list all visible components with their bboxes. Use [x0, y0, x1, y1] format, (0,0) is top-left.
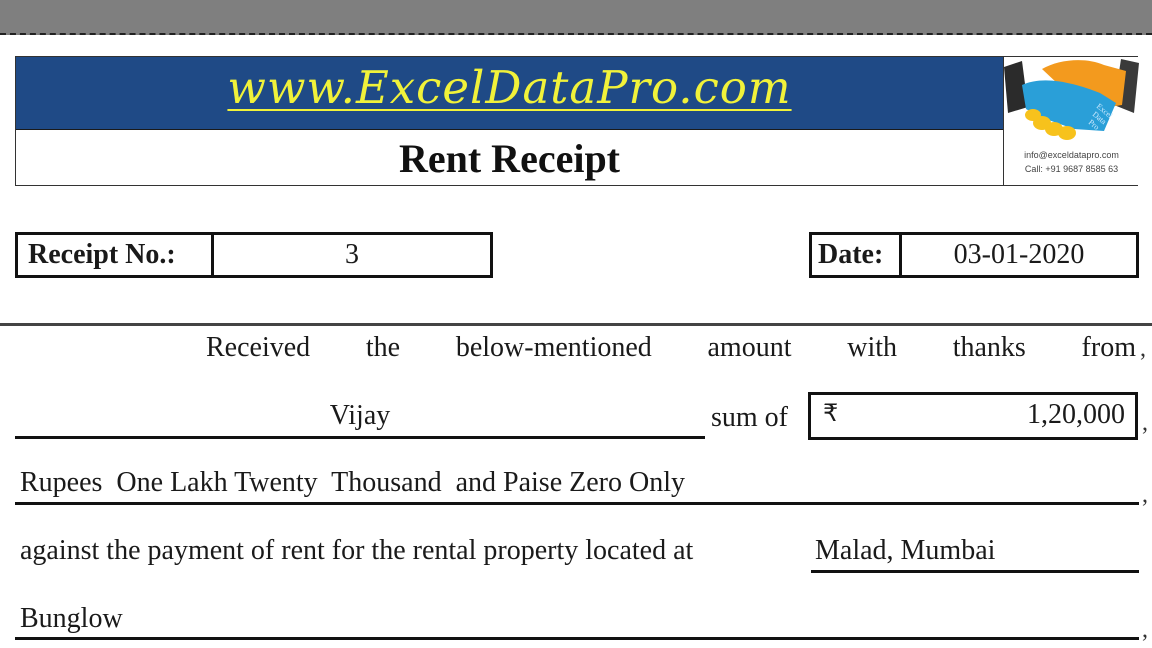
against-payment-text: against the payment of rent for the rent… [20, 535, 694, 566]
amount-in-words-underline [15, 502, 1139, 505]
section-divider [0, 323, 1152, 326]
comma: , [1142, 617, 1148, 643]
receipt-number-value[interactable]: 3 [214, 235, 490, 275]
receipt-number-field: Receipt No.: 3 [15, 232, 493, 278]
contact-email[interactable]: info@exceldatapro.com [1004, 150, 1139, 160]
word: below-mentioned [455, 332, 652, 363]
website-link[interactable]: www.ExcelDataPro.com [16, 61, 1003, 114]
word: with [847, 332, 897, 363]
word: the [365, 332, 401, 363]
property-location[interactable]: Malad, Mumbai [815, 535, 995, 567]
receipt-number-label: Receipt No.: [18, 235, 214, 275]
received-statement: Received the below-mentioned amount with… [206, 332, 1136, 364]
property-type[interactable]: Bunglow [20, 603, 123, 635]
date-label: Date: [812, 235, 902, 275]
amount-field[interactable]: ₹ 1,20,000 [808, 392, 1138, 440]
amount-value: 1,20,000 [1027, 399, 1125, 430]
comma: , [1140, 336, 1146, 362]
amount-in-words[interactable]: Rupees One Lakh Twenty Thousand and Pais… [20, 467, 685, 499]
date-value[interactable]: 03-01-2020 [902, 235, 1136, 275]
word: from [1081, 332, 1136, 363]
sum-of-label: sum of [711, 402, 788, 433]
date-field: Date: 03-01-2020 [809, 232, 1139, 278]
page-title: Rent Receipt [398, 136, 621, 181]
comma: , [1142, 482, 1148, 508]
comma: , [1142, 410, 1148, 436]
payer-name-underline [15, 436, 705, 439]
rupee-icon: ₹ [823, 399, 839, 427]
company-logo: Excel Data Pro info@exceldatapro.com Cal… [1003, 57, 1139, 185]
word: thanks [952, 332, 1026, 363]
window-top-bar [0, 0, 1152, 35]
website-banner: www.ExcelDataPro.com [16, 57, 1003, 130]
word: Received [206, 332, 311, 363]
property-type-underline [15, 637, 1139, 640]
word: amount [707, 332, 792, 363]
receipt-header: www.ExcelDataPro.com Rent Receipt Excel … [15, 56, 1139, 186]
location-underline [811, 570, 1139, 573]
payer-name[interactable]: Vijay [15, 400, 705, 432]
handshake-icon: Excel Data Pro [1004, 59, 1139, 140]
contact-phone: Call: +91 9687 8585 63 [1024, 164, 1119, 174]
